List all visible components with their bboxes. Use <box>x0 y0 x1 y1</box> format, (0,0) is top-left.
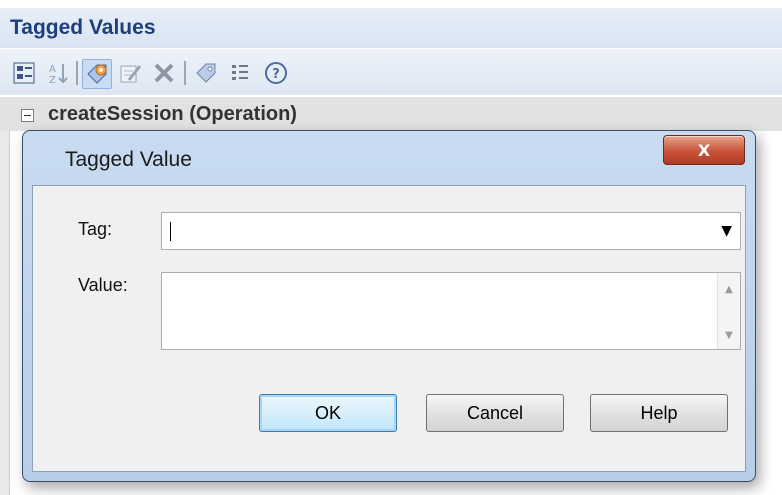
tag-icon[interactable] <box>192 59 220 87</box>
panel-title: Tagged Values <box>10 16 156 39</box>
toolbar-separator <box>184 61 186 85</box>
collapse-icon[interactable] <box>21 109 34 122</box>
scroll-down-icon[interactable]: ▼ <box>718 325 740 345</box>
scroll-up-icon[interactable]: ▲ <box>718 279 740 299</box>
tag-combobox[interactable]: ▼ <box>161 212 741 250</box>
toolbar-separator <box>76 61 78 85</box>
dialog-title: Tagged Value <box>65 148 192 171</box>
svg-text:Z: Z <box>49 75 56 86</box>
tree-node-label: createSession (Operation) <box>48 103 297 125</box>
cancel-button[interactable]: Cancel <box>426 394 564 432</box>
help-icon[interactable]: ? <box>262 59 290 87</box>
chevron-down-icon[interactable]: ▼ <box>721 223 732 239</box>
value-textarea[interactable]: ▲ ▼ <box>161 272 741 350</box>
value-label: Value: <box>78 275 128 295</box>
edit-tag-icon[interactable] <box>116 59 144 87</box>
sort-az-icon[interactable]: A Z <box>44 59 72 87</box>
close-button[interactable]: X <box>663 135 745 165</box>
dialog-client-area: Tag: ▼ Value: ▲ ▼ OK Cancel Help <box>32 185 746 472</box>
close-icon: X <box>697 140 711 160</box>
tag-label: Tag: <box>78 219 113 239</box>
text-caret <box>170 222 171 241</box>
value-scrollbar[interactable]: ▲ ▼ <box>717 273 740 349</box>
toolbar: A Z ? <box>0 49 782 95</box>
svg-text:A: A <box>49 64 56 75</box>
notes-icon[interactable] <box>226 59 254 87</box>
help-button[interactable]: Help <box>590 394 728 432</box>
categorized-view-icon[interactable] <box>10 59 38 87</box>
svg-text:?: ? <box>272 67 280 82</box>
panel-title-bar: Tagged Values <box>0 8 782 48</box>
tree-node-row[interactable]: createSession (Operation) <box>0 97 782 131</box>
delete-icon[interactable] <box>150 59 178 87</box>
new-tag-icon[interactable] <box>82 59 112 89</box>
ok-button[interactable]: OK <box>259 394 397 432</box>
tagged-value-dialog: Tagged Value X Tag: ▼ Value: ▲ ▼ OK Canc… <box>22 130 756 482</box>
